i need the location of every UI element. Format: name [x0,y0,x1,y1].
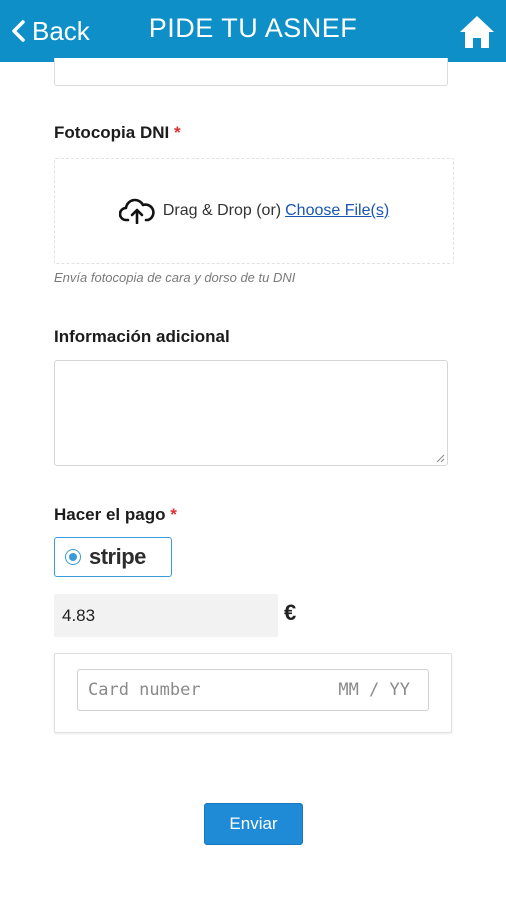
dni-label: Fotocopia DNI * [54,123,181,143]
additional-info-label: Información adicional [54,327,230,346]
amount-field[interactable]: 4.83 [54,594,278,637]
card-number-input[interactable]: Card number MM / YY [77,669,429,711]
app-header: Back PIDE TU ASNEF [0,0,506,62]
stripe-payment-option[interactable]: stripe [54,537,172,577]
file-dropzone[interactable]: Drag & Drop (or) Choose File(s) [54,158,454,264]
resize-grip-icon[interactable] [435,453,445,463]
drop-text: Drag & Drop (or) [162,202,282,219]
radio-selected-dot [69,553,77,561]
required-mark: * [170,505,177,524]
card-element-container: Card number MM / YY [54,653,452,733]
payment-label-text: Hacer el pago [54,505,166,524]
additional-info-textarea[interactable] [54,360,448,466]
choose-files-link[interactable]: Choose File(s) [285,202,389,220]
stripe-logo: stripe [89,544,146,569]
card-number-placeholder: Card number [88,680,201,700]
currency-symbol: € [284,600,297,625]
chevron-left-icon [12,20,25,42]
back-button[interactable]: Back [10,14,90,48]
home-icon [460,16,494,48]
stripe-radio[interactable] [65,549,81,565]
back-label: Back [32,15,90,46]
payment-label: Hacer el pago * [54,505,177,525]
cloud-upload-icon [118,198,155,224]
required-mark: * [173,123,181,142]
previous-field[interactable] [54,58,448,86]
dni-hint: Envía fotocopia de cara y dorso de tu DN… [54,270,296,285]
dni-label-text: Fotocopia DNI [54,123,170,142]
home-button[interactable] [458,14,496,50]
card-expiry-placeholder[interactable]: MM / YY [338,680,410,700]
submit-button[interactable]: Enviar [204,803,303,845]
